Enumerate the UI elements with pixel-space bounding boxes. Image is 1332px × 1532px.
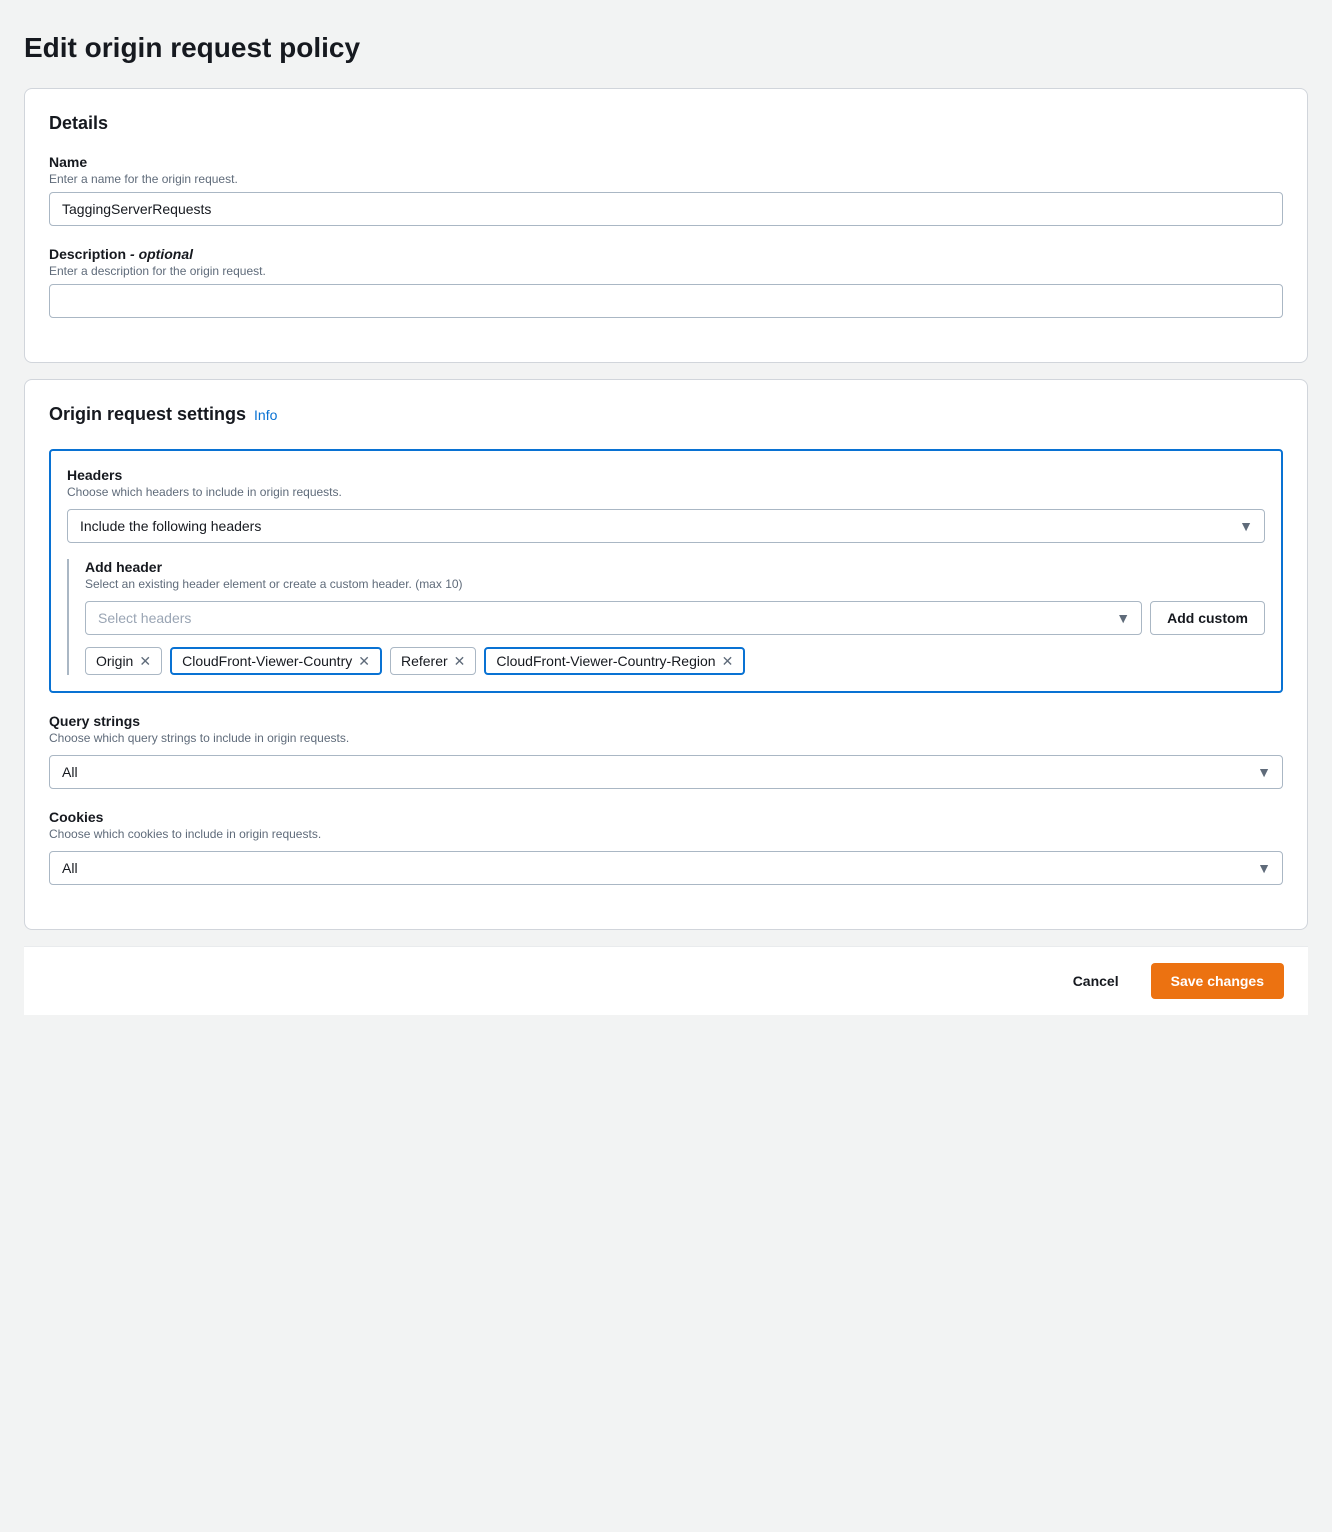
add-header-label: Add header — [85, 559, 1265, 575]
select-headers-dropdown[interactable]: Select headers — [85, 601, 1142, 635]
name-label: Name — [49, 154, 1283, 170]
page-title: Edit origin request policy — [24, 32, 1308, 64]
tag-cloudfront-viewer-country-label: CloudFront-Viewer-Country — [182, 653, 352, 669]
cookies-hint: Choose which cookies to include in origi… — [49, 827, 1283, 841]
description-field-group: Description - optional Enter a descripti… — [49, 246, 1283, 318]
tag-cloudfront-viewer-country-region-label: CloudFront-Viewer-Country-Region — [496, 653, 715, 669]
query-strings-hint: Choose which query strings to include in… — [49, 731, 1283, 745]
add-header-section: Add header Select an existing header ele… — [67, 559, 1265, 675]
cookies-section: Cookies Choose which cookies to include … — [49, 809, 1283, 885]
description-hint: Enter a description for the origin reque… — [49, 264, 1283, 278]
cookies-label: Cookies — [49, 809, 1283, 825]
name-hint: Enter a name for the origin request. — [49, 172, 1283, 186]
save-changes-button[interactable]: Save changes — [1151, 963, 1284, 999]
description-label-row: Description - optional — [49, 246, 1283, 262]
settings-card: Origin request settings Info Headers Cho… — [24, 379, 1308, 930]
tag-cloudfront-viewer-country-region-close[interactable]: ✕ — [722, 654, 734, 668]
tags-row: Origin ✕ CloudFront-Viewer-Country ✕ Ref… — [85, 647, 1265, 675]
description-label-text: Description — [49, 246, 126, 262]
add-header-hint: Select an existing header element or cre… — [85, 577, 1265, 591]
settings-title: Origin request settings — [49, 404, 246, 425]
headers-dropdown[interactable]: None All viewer headers Include the foll… — [67, 509, 1265, 543]
headers-box: Headers Choose which headers to include … — [49, 449, 1283, 693]
cancel-button[interactable]: Cancel — [1057, 965, 1135, 997]
headers-hint: Choose which headers to include in origi… — [67, 485, 1265, 499]
name-field-group: Name Enter a name for the origin request… — [49, 154, 1283, 226]
tag-origin-label: Origin — [96, 653, 133, 669]
select-custom-row: Select headers ▼ Add custom — [85, 601, 1265, 635]
headers-label: Headers — [67, 467, 1265, 483]
query-strings-section: Query strings Choose which query strings… — [49, 713, 1283, 789]
details-card-title: Details — [49, 113, 1283, 134]
info-link[interactable]: Info — [254, 407, 277, 423]
description-optional-text: - optional — [130, 246, 193, 262]
cookies-dropdown[interactable]: None All Include the following — [49, 851, 1283, 885]
settings-title-row: Origin request settings Info — [49, 404, 1283, 425]
tag-referer-close[interactable]: ✕ — [454, 654, 466, 668]
query-strings-dropdown-wrapper: None All Include the following ▼ — [49, 755, 1283, 789]
tag-cloudfront-viewer-country: CloudFront-Viewer-Country ✕ — [170, 647, 382, 675]
footer: Cancel Save changes — [24, 946, 1308, 1015]
tag-origin: Origin ✕ — [85, 647, 162, 675]
tag-referer-label: Referer — [401, 653, 448, 669]
select-headers-wrapper: Select headers ▼ — [85, 601, 1142, 635]
description-input[interactable] — [49, 284, 1283, 318]
add-custom-button[interactable]: Add custom — [1150, 601, 1265, 635]
query-strings-label: Query strings — [49, 713, 1283, 729]
tag-cloudfront-viewer-country-close[interactable]: ✕ — [358, 654, 370, 668]
headers-dropdown-wrapper: None All viewer headers Include the foll… — [67, 509, 1265, 543]
details-card: Details Name Enter a name for the origin… — [24, 88, 1308, 363]
tag-referer: Referer ✕ — [390, 647, 476, 675]
cookies-dropdown-wrapper: None All Include the following ▼ — [49, 851, 1283, 885]
tag-origin-close[interactable]: ✕ — [139, 654, 151, 668]
name-input[interactable] — [49, 192, 1283, 226]
query-strings-dropdown[interactable]: None All Include the following — [49, 755, 1283, 789]
tag-cloudfront-viewer-country-region: CloudFront-Viewer-Country-Region ✕ — [484, 647, 745, 675]
